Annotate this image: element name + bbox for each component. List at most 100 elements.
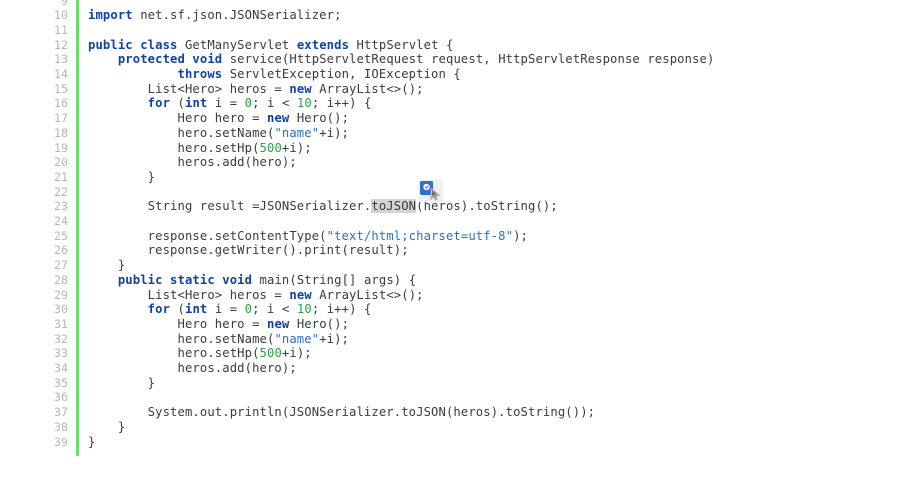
code-line[interactable]: 27 } <box>0 258 919 273</box>
code-text-area[interactable]: 9 10 import net.sf.json.JSONSerializer; 11 1… <box>0 0 919 500</box>
code-line-text[interactable]: List<Hero> heros = new ArrayList<>(); <box>88 82 424 97</box>
code-line-text[interactable]: public static void main(String[] args) { <box>88 273 416 288</box>
code-token: ( <box>177 96 185 111</box>
code-token: +i); <box>319 125 350 140</box>
code-line-text[interactable]: hero.setName("name"+i); <box>88 126 349 141</box>
code-line-text[interactable]: protected void service(HttpServletReques… <box>88 52 715 67</box>
code-line-text[interactable]: hero.setHp(500+i); <box>88 346 312 361</box>
code-token: } <box>88 419 126 434</box>
code-line[interactable]: 22 <box>0 185 919 200</box>
code-line[interactable]: 26 response.getWriter().print(result); <box>0 243 919 258</box>
code-line-text[interactable]: List<Hero> heros = new ArrayList<>(); <box>88 288 424 303</box>
code-line-text[interactable]: } <box>88 170 155 185</box>
code-line-text[interactable]: hero.setName("name"+i); <box>88 332 349 347</box>
code-line[interactable]: 29 List<Hero> heros = new ArrayList<>(); <box>0 288 919 303</box>
code-line-text[interactable]: Hero hero = new Hero(); <box>88 317 349 332</box>
code-line[interactable]: 30 for (int i = 0; i < 10; i++) { <box>0 302 919 317</box>
code-token: System.out.println(JSONSerializer.toJSON… <box>88 405 596 420</box>
line-number: 35 <box>54 375 68 390</box>
code-line-text[interactable]: hero.setHp(500+i); <box>88 141 312 156</box>
code-line[interactable]: 31 Hero hero = new Hero(); <box>0 317 919 332</box>
code-line[interactable]: 24 <box>0 214 919 229</box>
code-token: Hero hero = <box>88 316 267 331</box>
code-line[interactable]: 32 hero.setName("name"+i); <box>0 332 919 347</box>
code-line-text[interactable]: } <box>88 420 125 435</box>
code-line-text[interactable]: Hero hero = new Hero(); <box>88 111 349 126</box>
code-line[interactable]: 12 public class GetManyServlet extends Ht… <box>0 38 919 53</box>
code-line[interactable]: 13 protected void service(HttpServletReq… <box>0 52 919 67</box>
code-line-text[interactable]: System.out.println(JSONSerializer.toJSON… <box>88 405 595 420</box>
code-token: new <box>289 81 320 96</box>
code-line[interactable]: 25 response.setContentType("text/html;ch… <box>0 229 919 244</box>
code-line-text[interactable]: for (int i = 0; i < 10; i++) { <box>88 96 372 111</box>
code-token: int <box>184 302 215 317</box>
code-line-text[interactable]: for (int i = 0; i < 10; i++) { <box>88 302 372 317</box>
code-token: } <box>88 169 156 184</box>
code-line-text[interactable]: throws ServletException, IOException { <box>88 67 461 82</box>
line-number: 28 <box>54 272 68 287</box>
code-editor[interactable]: 9 10 import net.sf.json.JSONSerializer; 11 1… <box>0 0 919 500</box>
code-token: 500 <box>259 140 282 155</box>
line-number: 31 <box>54 316 68 331</box>
line-number: 36 <box>54 390 68 405</box>
code-line[interactable]: 21 } <box>0 170 919 185</box>
code-line[interactable]: 35 } <box>0 376 919 391</box>
code-token: Hero(); <box>296 316 350 331</box>
code-line[interactable]: 17 Hero hero = new Hero(); <box>0 111 919 126</box>
code-token: ArrayList<>(); <box>319 81 424 96</box>
code-line[interactable]: 39} <box>0 435 919 450</box>
code-token: i = <box>214 96 245 111</box>
code-line-text[interactable]: response.getWriter().print(result); <box>88 243 409 258</box>
code-line-text[interactable]: } <box>88 258 125 273</box>
line-number: 26 <box>54 243 68 258</box>
code-token: "name" <box>274 331 320 346</box>
code-line[interactable]: 19 hero.setHp(500+i); <box>0 141 919 156</box>
code-line[interactable]: 28 public static void main(String[] args… <box>0 273 919 288</box>
code-token: new <box>289 287 320 302</box>
code-line[interactable]: 11 <box>0 23 919 38</box>
code-line-text[interactable]: response.setContentType("text/html;chars… <box>88 229 528 244</box>
code-line-text[interactable]: } <box>88 376 155 391</box>
code-token: ServletException, IOException { <box>229 67 461 81</box>
code-line-text[interactable]: heros.add(hero); <box>88 361 297 376</box>
code-line[interactable]: 23 String result =JSONSerializer.toJSON(… <box>0 199 919 214</box>
code-line[interactable]: 38 } <box>0 420 919 435</box>
code-token: ArrayList<>(); <box>319 287 424 302</box>
code-token: } <box>88 258 126 273</box>
code-token: public class <box>88 37 185 52</box>
code-line[interactable]: 20 heros.add(hero); <box>0 155 919 170</box>
line-number: 17 <box>54 111 68 126</box>
code-token: for <box>147 96 178 111</box>
line-number: 25 <box>54 228 68 243</box>
code-token: new <box>266 111 297 126</box>
code-line-text[interactable]: heros.add(hero); <box>88 155 297 170</box>
code-token: Hero hero = <box>88 111 267 126</box>
code-line-text[interactable]: } <box>88 435 95 450</box>
code-line[interactable]: 37 System.out.println(JSONSerializer.toJ… <box>0 405 919 420</box>
code-line[interactable]: 34 heros.add(hero); <box>0 361 919 376</box>
line-number: 12 <box>54 37 68 52</box>
line-number: 30 <box>54 302 68 317</box>
code-line[interactable]: 16 for (int i = 0; i < 10; i++) { <box>0 96 919 111</box>
code-token: heros.add(hero); <box>88 155 297 170</box>
code-line-text[interactable]: public class GetManyServlet extends Http… <box>88 38 453 53</box>
line-number: 11 <box>54 22 68 37</box>
code-line[interactable]: 14 throws ServletException, IOException … <box>0 67 919 82</box>
code-line-text[interactable]: String result =JSONSerializer.toJSON(her… <box>88 199 558 214</box>
code-token: ; i < <box>252 96 297 111</box>
line-number: 38 <box>54 419 68 434</box>
line-number: 34 <box>54 361 68 375</box>
line-number: 14 <box>54 67 68 81</box>
code-token: int <box>184 96 215 111</box>
code-line[interactable]: 10 import net.sf.json.JSONSerializer; <box>0 8 919 23</box>
code-line[interactable]: 18 hero.setName("name"+i); <box>0 126 919 141</box>
code-line-text[interactable]: import net.sf.json.JSONSerializer; <box>88 8 342 23</box>
code-token: 500 <box>259 346 282 361</box>
code-line[interactable]: 15 List<Hero> heros = new ArrayList<>(); <box>0 82 919 97</box>
line-number: 21 <box>54 169 68 184</box>
code-line[interactable]: 9 <box>0 0 919 8</box>
code-line[interactable]: 33 hero.setHp(500+i); <box>0 346 919 361</box>
code-line[interactable]: 36 <box>0 390 919 405</box>
